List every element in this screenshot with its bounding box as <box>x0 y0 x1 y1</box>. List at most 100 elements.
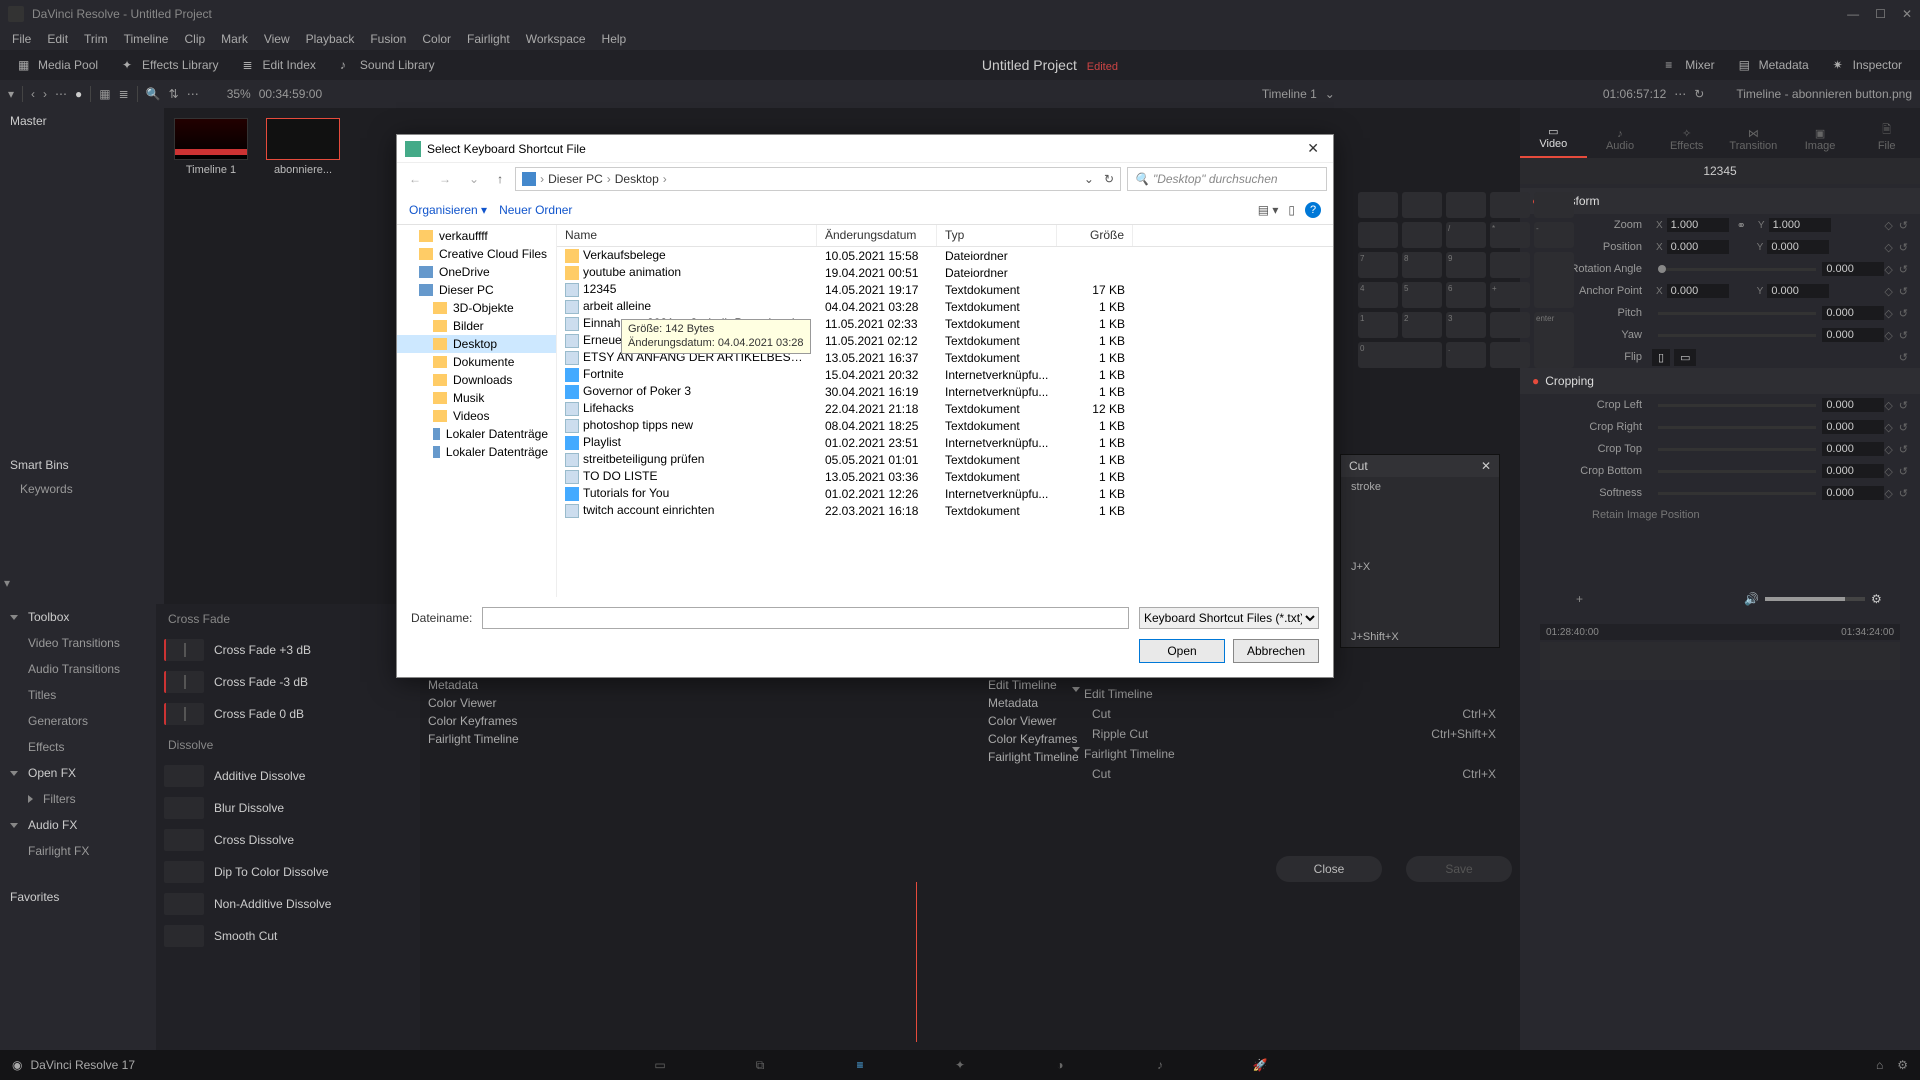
menu-file[interactable]: File <box>4 32 39 46</box>
effects-category[interactable]: Effects <box>0 734 156 760</box>
fx-item[interactable]: Blur Dissolve <box>156 792 420 824</box>
column-date[interactable]: Änderungsdatum <box>817 225 937 246</box>
page-media[interactable]: ▭ <box>650 1055 670 1075</box>
link-icon[interactable]: ⚭ <box>1737 219 1746 232</box>
column-name[interactable]: Name <box>557 225 817 246</box>
folder-tree[interactable]: verkauffffCreative Cloud FilesOneDriveDi… <box>397 225 557 597</box>
tree-node[interactable]: Dieser PC <box>397 281 556 299</box>
close-icon[interactable]: ✕ <box>1481 459 1491 473</box>
nav-up-icon[interactable]: ↑ <box>491 172 509 186</box>
tree-node[interactable]: verkauffff <box>397 227 556 245</box>
cropping-header[interactable]: ●Cropping <box>1520 368 1920 394</box>
master-bin[interactable]: Master <box>0 108 164 134</box>
fairlightfx-category[interactable]: Fairlight FX <box>0 838 156 864</box>
panel-collapse-icon[interactable]: ▾ <box>0 572 20 592</box>
timecode-menu-icon[interactable]: ⋯ <box>1674 87 1686 101</box>
tree-node[interactable]: Lokaler Datenträge <box>397 425 556 443</box>
sync-icon[interactable]: ↻ <box>1694 87 1704 101</box>
nav-recent-icon[interactable]: ⌄ <box>463 172 485 186</box>
column-type[interactable]: Typ <box>937 225 1057 246</box>
clip-thumbnail[interactable]: abonniere... <box>266 118 340 176</box>
list-icon[interactable]: ≣ <box>119 87 129 101</box>
open-button[interactable]: Open <box>1139 639 1225 663</box>
volume-slider[interactable] <box>1765 597 1865 601</box>
add-marker-icon[interactable]: + <box>1576 592 1583 606</box>
tree-node[interactable]: Dokumente <box>397 353 556 371</box>
sort-icon[interactable]: ⇅ <box>169 87 179 101</box>
media-pool-button[interactable]: ▦Media Pool <box>8 54 108 76</box>
tree-node[interactable]: Desktop <box>397 335 556 353</box>
dialog-close-icon[interactable]: ✕ <box>1301 140 1325 157</box>
pitch-slider[interactable] <box>1658 312 1816 315</box>
close-button[interactable]: Close <box>1276 856 1382 882</box>
tree-node[interactable]: Downloads <box>397 371 556 389</box>
fx-item[interactable]: Cross Dissolve <box>156 824 420 856</box>
inspector-button[interactable]: ✷Inspector <box>1823 54 1912 76</box>
record-icon[interactable]: ● <box>75 87 82 101</box>
tab-audio[interactable]: ♪Audio <box>1587 122 1654 158</box>
edit-index-button[interactable]: ≣Edit Index <box>233 54 326 76</box>
tab-video[interactable]: ▭Video <box>1520 119 1587 158</box>
search-input[interactable]: 🔍 "Desktop" durchsuchen <box>1127 167 1327 191</box>
video-transitions[interactable]: Video Transitions <box>0 630 156 656</box>
openfx-category[interactable]: Open FX <box>0 760 156 786</box>
file-row[interactable]: Verkaufsbelege10.05.2021 15:58Dateiordne… <box>557 247 1333 264</box>
file-row[interactable]: Tutorials for You01.02.2021 12:26Interne… <box>557 485 1333 502</box>
speaker-icon[interactable]: 🔊 <box>1744 592 1759 606</box>
file-row[interactable]: TO DO LISTE13.05.2021 03:36Textdokument1… <box>557 468 1333 485</box>
sound-library-button[interactable]: ♪Sound Library <box>330 54 445 76</box>
tab-transition[interactable]: ⋈Transition <box>1720 121 1787 158</box>
tree-node[interactable]: Musik <box>397 389 556 407</box>
breadcrumb[interactable]: ›Dieser PC ›Desktop › ⌄ ↻ <box>515 167 1121 191</box>
tree-node[interactable]: Videos <box>397 407 556 425</box>
page-fairlight[interactable]: ♪ <box>1150 1055 1170 1075</box>
grid-icon[interactable]: ▦ <box>99 87 110 101</box>
page-cut[interactable]: ⧉ <box>750 1055 770 1075</box>
file-row[interactable]: arbeit alleine04.04.2021 03:28Textdokume… <box>557 298 1333 315</box>
menu-fusion[interactable]: Fusion <box>362 32 414 46</box>
tab-effects[interactable]: ✧Effects <box>1653 121 1720 158</box>
menu-mark[interactable]: Mark <box>213 32 256 46</box>
refresh-icon[interactable]: ↻ <box>1104 172 1114 186</box>
menu-timeline[interactable]: Timeline <box>116 32 177 46</box>
tree-node[interactable]: Creative Cloud Files <box>397 245 556 263</box>
maximize-icon[interactable]: ☐ <box>1875 7 1886 21</box>
tree-node[interactable]: Lokaler Datenträge <box>397 443 556 461</box>
clip-thumbnail[interactable]: Timeline 1 <box>174 118 248 176</box>
tree-node[interactable]: OneDrive <box>397 263 556 281</box>
flip-v-button[interactable]: ▭ <box>1674 349 1696 366</box>
mixer-button[interactable]: ≡Mixer <box>1655 54 1724 76</box>
home-icon[interactable]: ⌂ <box>1876 1058 1883 1072</box>
fx-item[interactable]: Cross Fade 0 dB <box>156 698 420 730</box>
file-row[interactable]: youtube animation19.04.2021 00:51Dateior… <box>557 264 1333 281</box>
generators-category[interactable]: Generators <box>0 708 156 734</box>
prev-icon[interactable]: ‹ <box>31 87 35 101</box>
filter-icon[interactable]: ⋯ <box>187 87 199 101</box>
file-row[interactable]: 1234514.05.2021 19:17Textdokument17 KB <box>557 281 1333 298</box>
menu-edit[interactable]: Edit <box>39 32 76 46</box>
titles-category[interactable]: Titles <box>0 682 156 708</box>
file-row[interactable]: Governor of Poker 330.04.2021 16:19Inter… <box>557 383 1333 400</box>
fx-item[interactable]: Additive Dissolve <box>156 760 420 792</box>
reset-icon[interactable]: ↺ <box>1899 219 1908 232</box>
cancel-button[interactable]: Abbrechen <box>1233 639 1319 663</box>
file-row[interactable]: photoshop tipps new08.04.2021 18:25Textd… <box>557 417 1333 434</box>
flip-h-button[interactable]: ▯ <box>1652 349 1670 366</box>
next-icon[interactable]: › <box>43 87 47 101</box>
metadata-button[interactable]: ▤Metadata <box>1729 54 1819 76</box>
menu-workspace[interactable]: Workspace <box>518 32 594 46</box>
close-icon[interactable]: ✕ <box>1902 7 1912 21</box>
page-edit[interactable]: ≡ <box>850 1055 870 1075</box>
file-type-select[interactable]: Keyboard Shortcut Files (*.txt) <box>1139 607 1319 629</box>
timeline-name[interactable]: Timeline 1 <box>1262 87 1317 101</box>
file-row[interactable]: Fortnite15.04.2021 20:32Internetverknüpf… <box>557 366 1333 383</box>
bin-view-icon[interactable]: ▾ <box>8 87 14 101</box>
file-row[interactable]: Playlist01.02.2021 23:51Internetverknüpf… <box>557 434 1333 451</box>
filename-input[interactable] <box>482 607 1129 629</box>
menu-clip[interactable]: Clip <box>176 32 213 46</box>
fx-item[interactable]: Non-Additive Dissolve <box>156 888 420 920</box>
minimize-icon[interactable]: — <box>1847 7 1859 21</box>
column-size[interactable]: Größe <box>1057 225 1133 246</box>
toolbox-category[interactable]: Toolbox <box>0 604 156 630</box>
chevron-down-icon[interactable]: ⌄ <box>1084 172 1094 186</box>
